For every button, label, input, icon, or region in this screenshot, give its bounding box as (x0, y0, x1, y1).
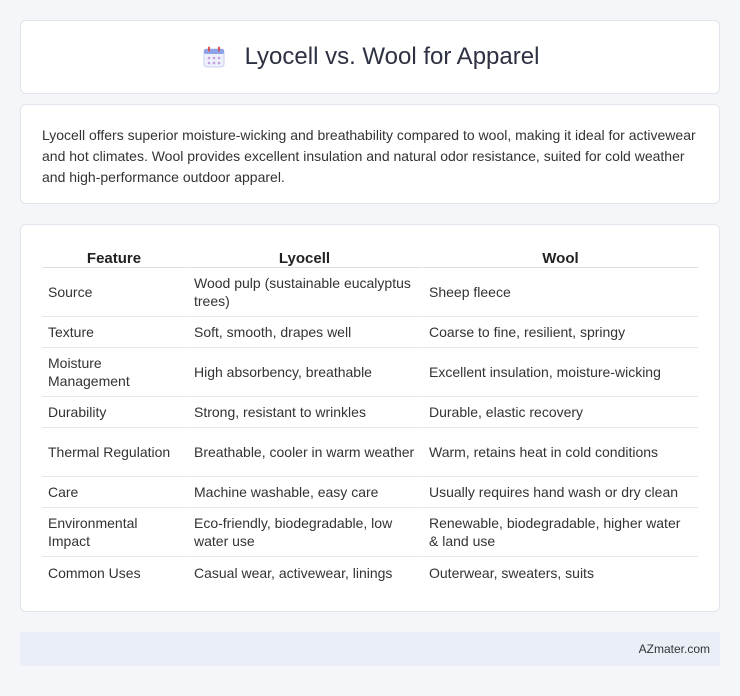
lyocell-cell: Strong, resistant to wrinkles (186, 397, 421, 428)
title-card: Lyocell vs. Wool for Apparel (20, 20, 720, 94)
footer-brand[interactable]: AZmater.com (639, 642, 710, 656)
feature-cell: Moisture Management (42, 348, 186, 397)
header-wool: Wool (421, 245, 698, 268)
feature-cell: Thermal Regulation (42, 428, 186, 477)
wool-cell: Sheep fleece (421, 268, 698, 317)
lyocell-cell: Casual wear, activewear, linings (186, 557, 421, 588)
table-row: Source Wood pulp (sustainable eucalyptus… (42, 268, 698, 317)
table-row: Environmental Impact Eco-friendly, biode… (42, 508, 698, 557)
table-row: Moisture Management High absorbency, bre… (42, 348, 698, 397)
table-row: Thermal Regulation Breathable, cooler in… (42, 428, 698, 477)
comparison-table-card: Feature Lyocell Wool Source Wood pulp (s… (20, 224, 720, 612)
lyocell-cell: Breathable, cooler in warm weather (186, 428, 421, 477)
wool-cell: Excellent insulation, moisture-wicking (421, 348, 698, 397)
feature-cell: Durability (42, 397, 186, 428)
lyocell-cell: High absorbency, breathable (186, 348, 421, 397)
lyocell-cell: Machine washable, easy care (186, 477, 421, 508)
feature-cell: Texture (42, 317, 186, 348)
feature-cell: Environmental Impact (42, 508, 186, 557)
feature-cell: Common Uses (48, 564, 141, 581)
calendar-icon (201, 44, 227, 70)
feature-cell: Source (42, 268, 186, 317)
summary-card: Lyocell offers superior moisture-wicking… (20, 104, 720, 204)
feature-cell: Care (42, 477, 186, 508)
wool-cell: Coarse to fine, resilient, springy (421, 317, 698, 348)
header-lyocell: Lyocell (186, 245, 421, 268)
summary-text: Lyocell offers superior moisture-wicking… (42, 127, 696, 185)
lyocell-cell: Eco-friendly, biodegradable, low water u… (186, 508, 421, 557)
wool-cell: Usually requires hand wash or dry clean (421, 477, 698, 508)
header-feature: Feature (42, 245, 186, 268)
table-row: Common Uses Casual wear, activewear, lin… (42, 557, 698, 588)
comparison-table: Feature Lyocell Wool Source Wood pulp (s… (42, 245, 698, 588)
page-title: Lyocell vs. Wool for Apparel (244, 43, 540, 70)
lyocell-cell: Soft, smooth, drapes well (186, 317, 421, 348)
table-row: Care Machine washable, easy care Usually… (42, 477, 698, 508)
footer: AZmater.com (20, 632, 720, 666)
lyocell-cell: Wood pulp (sustainable eucalyptus trees) (186, 268, 421, 317)
title-wrap: Lyocell vs. Wool for Apparel (201, 43, 540, 71)
table-row: Durability Strong, resistant to wrinkles… (42, 397, 698, 428)
wool-cell: Outerwear, sweaters, suits (421, 557, 698, 588)
wool-cell: Durable, elastic recovery (421, 397, 698, 428)
table-header-row: Feature Lyocell Wool (42, 245, 698, 268)
table-row: Texture Soft, smooth, drapes well Coarse… (42, 317, 698, 348)
wool-cell: Renewable, biodegradable, higher water &… (421, 508, 698, 557)
wool-cell: Warm, retains heat in cold conditions (421, 428, 698, 477)
